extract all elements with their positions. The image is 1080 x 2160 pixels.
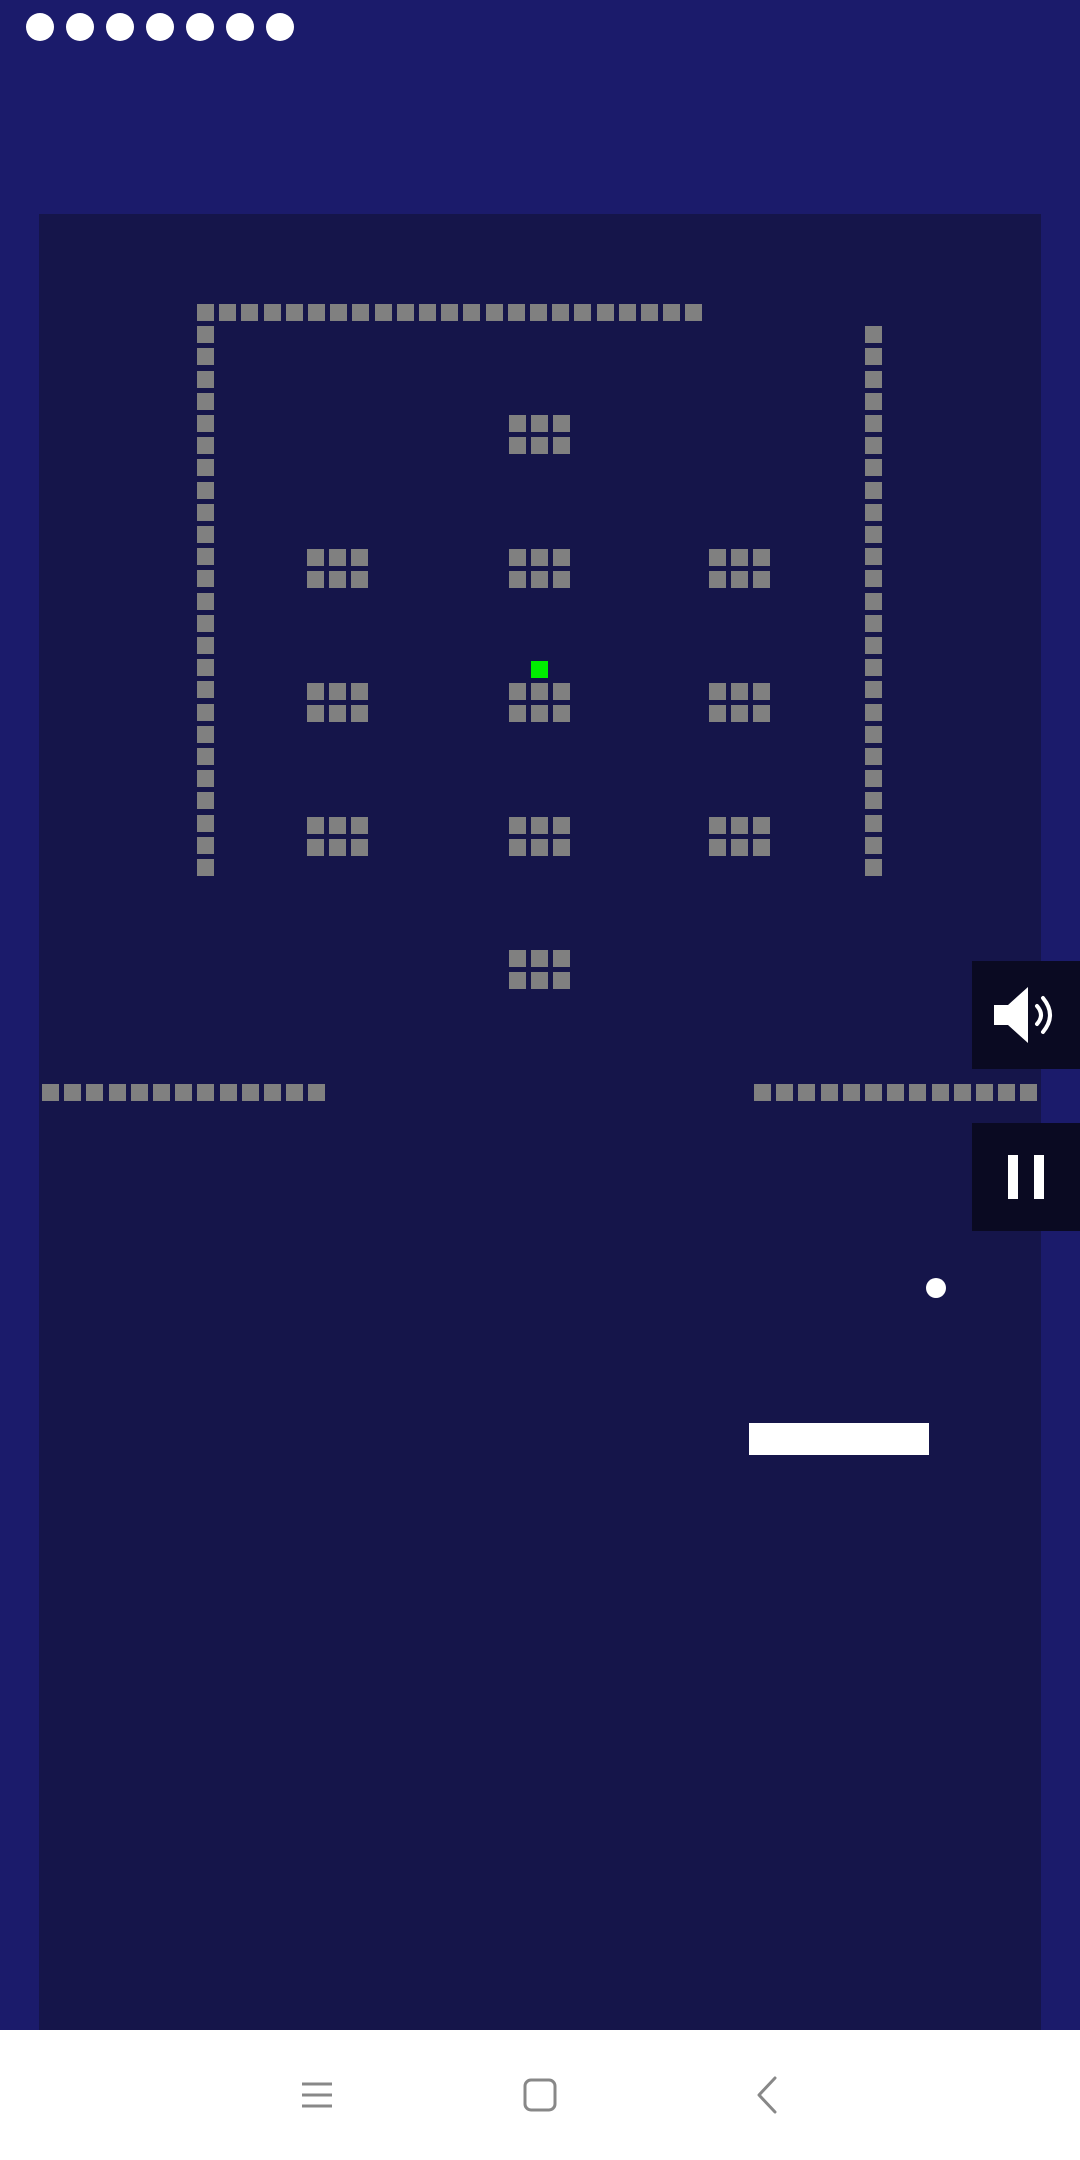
life-indicator xyxy=(266,13,294,41)
life-indicator xyxy=(186,13,214,41)
life-indicator xyxy=(146,13,174,41)
nav-home-button[interactable] xyxy=(515,2070,565,2120)
lives-indicator xyxy=(26,13,294,41)
life-indicator xyxy=(66,13,94,41)
sound-toggle-button[interactable] xyxy=(972,961,1080,1069)
back-icon xyxy=(757,2076,777,2114)
pause-button[interactable] xyxy=(972,1123,1080,1231)
nav-back-button[interactable] xyxy=(742,2070,792,2120)
home-icon xyxy=(523,2078,557,2112)
playfield xyxy=(39,214,1041,2030)
life-indicator xyxy=(226,13,254,41)
system-nav-bar xyxy=(0,2030,1080,2160)
speaker-icon xyxy=(994,987,1052,1043)
life-indicator xyxy=(26,13,54,41)
paddle[interactable] xyxy=(749,1423,929,1455)
nav-menu-button[interactable] xyxy=(292,2070,342,2120)
life-indicator xyxy=(106,13,134,41)
menu-icon xyxy=(302,2082,332,2108)
ball xyxy=(926,1278,946,1298)
pause-icon xyxy=(1008,1155,1044,1199)
